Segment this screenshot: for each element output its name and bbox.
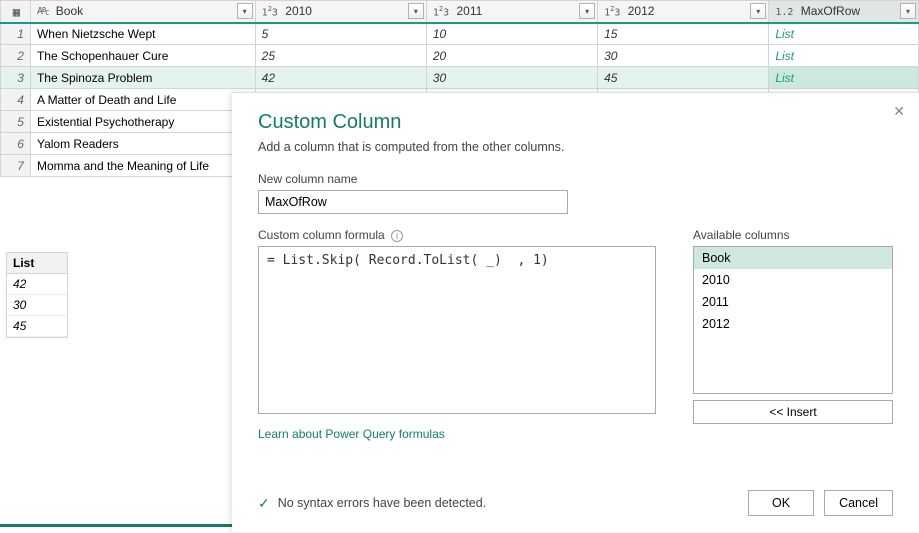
custom-column-dialog: ✕ Custom Column Add a column that is com… bbox=[232, 92, 919, 532]
row-number-cell: 7 bbox=[1, 155, 31, 177]
learn-formulas-link[interactable]: Learn about Power Query formulas bbox=[258, 427, 445, 441]
filter-dropdown-icon[interactable]: ▾ bbox=[579, 3, 595, 19]
cell-2011: 20 bbox=[426, 45, 597, 67]
cell-book: A Matter of Death and Life bbox=[30, 89, 255, 111]
decimal-type-icon: 1.2 bbox=[775, 7, 793, 18]
column-label: 2012 bbox=[628, 4, 655, 18]
column-header-2012[interactable]: 123 2012 ▾ bbox=[598, 1, 769, 23]
cell-book: Momma and the Meaning of Life bbox=[30, 155, 255, 177]
cell-2012: 30 bbox=[598, 45, 769, 67]
dialog-description: Add a column that is computed from the o… bbox=[258, 140, 893, 154]
number-type-icon: 123 bbox=[262, 5, 278, 18]
syntax-status-text: No syntax errors have been detected. bbox=[278, 496, 486, 510]
filter-dropdown-icon[interactable]: ▾ bbox=[900, 3, 916, 19]
table-icon: ▦ bbox=[13, 5, 20, 19]
cell-book: When Nietzsche Wept bbox=[30, 23, 255, 45]
insert-button[interactable]: << Insert bbox=[693, 400, 893, 424]
available-column-item[interactable]: 2011 bbox=[694, 291, 892, 313]
column-header-2010[interactable]: 123 2010 ▾ bbox=[255, 1, 426, 23]
check-icon: ✓ bbox=[258, 495, 270, 512]
row-number-cell: 3 bbox=[1, 67, 31, 89]
cell-book: The Spinoza Problem bbox=[30, 67, 255, 89]
row-number-cell: 2 bbox=[1, 45, 31, 67]
column-label: Book bbox=[56, 4, 83, 18]
column-label: MaxOfRow bbox=[801, 4, 860, 18]
accent-border bbox=[0, 524, 232, 527]
syntax-status: ✓ No syntax errors have been detected. bbox=[258, 495, 486, 512]
cell-2012: 45 bbox=[598, 67, 769, 89]
cell-maxofrow[interactable]: List bbox=[769, 45, 919, 67]
available-column-item[interactable]: Book bbox=[694, 247, 892, 269]
cell-2012: 15 bbox=[598, 23, 769, 45]
filter-dropdown-icon[interactable]: ▾ bbox=[237, 3, 253, 19]
list-item: 30 bbox=[7, 295, 67, 316]
cell-2011: 30 bbox=[426, 67, 597, 89]
list-preview-header: List bbox=[7, 253, 67, 274]
column-header-2011[interactable]: 123 2011 ▾ bbox=[426, 1, 597, 23]
cell-2011: 10 bbox=[426, 23, 597, 45]
available-columns-label: Available columns bbox=[693, 228, 893, 242]
row-number-cell: 5 bbox=[1, 111, 31, 133]
info-icon[interactable]: i bbox=[391, 230, 403, 242]
row-number-cell: 1 bbox=[1, 23, 31, 45]
number-type-icon: 123 bbox=[604, 5, 620, 18]
dialog-title: Custom Column bbox=[258, 111, 893, 134]
cell-2010: 5 bbox=[255, 23, 426, 45]
row-number-cell: 6 bbox=[1, 133, 31, 155]
cell-book: Existential Psychotherapy bbox=[30, 111, 255, 133]
new-column-name-input[interactable] bbox=[258, 190, 568, 214]
table-row[interactable]: 3The Spinoza Problem423045List bbox=[1, 67, 919, 89]
available-column-item[interactable]: 2012 bbox=[694, 313, 892, 335]
formula-label: Custom column formula i bbox=[258, 228, 667, 242]
column-header-maxofrow[interactable]: 1.2 MaxOfRow ▾ bbox=[769, 1, 919, 23]
cell-2010: 42 bbox=[255, 67, 426, 89]
cancel-button[interactable]: Cancel bbox=[824, 490, 893, 516]
cell-2010: 25 bbox=[255, 45, 426, 67]
row-number-header[interactable]: ▦ bbox=[1, 1, 31, 23]
cell-maxofrow[interactable]: List bbox=[769, 67, 919, 89]
filter-dropdown-icon[interactable]: ▾ bbox=[750, 3, 766, 19]
row-number-cell: 4 bbox=[1, 89, 31, 111]
list-preview-panel: List 42 30 45 bbox=[6, 252, 68, 338]
column-header-book[interactable]: ABC Book ▾ bbox=[30, 1, 255, 23]
filter-dropdown-icon[interactable]: ▾ bbox=[408, 3, 424, 19]
cell-maxofrow[interactable]: List bbox=[769, 23, 919, 45]
cell-book: The Schopenhauer Cure bbox=[30, 45, 255, 67]
number-type-icon: 123 bbox=[433, 5, 449, 18]
list-item: 42 bbox=[7, 274, 67, 295]
column-label: 2010 bbox=[285, 4, 312, 18]
available-columns-list[interactable]: Book 2010 2011 2012 bbox=[693, 246, 893, 394]
column-label: 2011 bbox=[457, 4, 483, 18]
ok-button[interactable]: OK bbox=[748, 490, 814, 516]
cell-book: Yalom Readers bbox=[30, 133, 255, 155]
close-icon[interactable]: ✕ bbox=[893, 103, 905, 120]
available-column-item[interactable]: 2010 bbox=[694, 269, 892, 291]
table-row[interactable]: 2The Schopenhauer Cure252030List bbox=[1, 45, 919, 67]
formula-input[interactable] bbox=[258, 246, 656, 414]
text-type-icon: ABC bbox=[37, 7, 48, 17]
list-item: 45 bbox=[7, 316, 67, 337]
new-column-name-label: New column name bbox=[258, 172, 893, 186]
table-row[interactable]: 1When Nietzsche Wept51015List bbox=[1, 23, 919, 45]
